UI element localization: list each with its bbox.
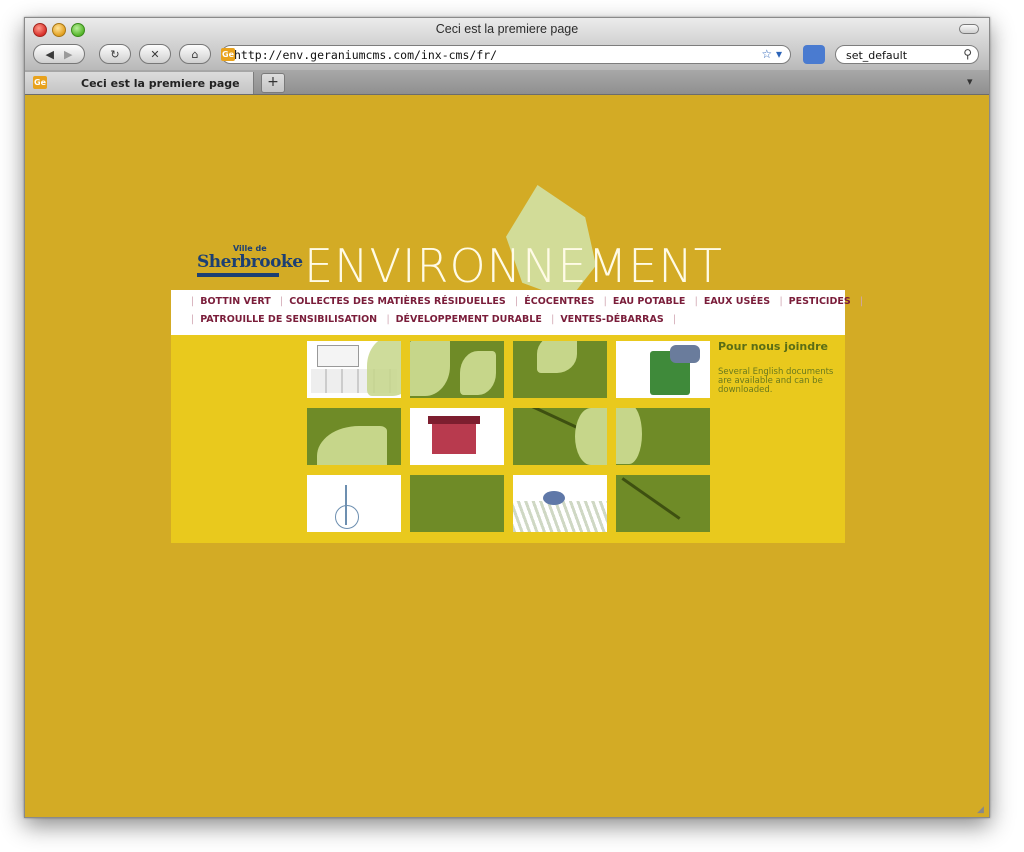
back-arrow-icon[interactable]: ◀ [46, 48, 54, 61]
tile-green[interactable] [307, 408, 401, 465]
nav-developpement-durable[interactable]: DÉVELOPPEMENT DURABLE [396, 314, 542, 325]
address-bar[interactable]: Ge http://env.geraniumcms.com/inx-cms/fr… [221, 45, 791, 64]
leaf-overlay [317, 426, 387, 465]
home-icon: ⌂ [191, 47, 199, 61]
tile-grass-image[interactable] [513, 475, 607, 532]
tile-garbage-bags-image[interactable] [307, 341, 401, 398]
content-panel: Pour nous joindre Several English docume… [171, 335, 845, 543]
nav-eau-potable[interactable]: EAU POTABLE [613, 296, 686, 307]
nav-patrouille[interactable]: PATROUILLE DE SENSIBILISATION [200, 314, 377, 325]
nav-row-1: | BOTTIN VERT | COLLECTES DES MATIÈRES RÉS… [191, 296, 864, 307]
stop-icon: ✕ [150, 47, 160, 61]
page-viewport: Ville de Sherbrooke ENVIRONNEMENT | BOTTI… [25, 95, 989, 817]
nav-bottin-vert[interactable]: BOTTIN VERT [200, 296, 271, 307]
leaf-overlay [575, 408, 607, 465]
sherbrooke-logo[interactable]: Ville de Sherbrooke [197, 244, 303, 277]
tab-favicon: Ge [33, 76, 47, 89]
logo-underline [197, 273, 279, 277]
logo-ville-text: Ville de [233, 244, 267, 253]
site-headline: ENVIRONNEMENT [304, 239, 723, 293]
new-tab-button[interactable]: + [261, 73, 285, 93]
leaf-overlay [367, 341, 401, 396]
tile-green[interactable] [410, 341, 504, 398]
reload-button[interactable]: ↻ [99, 44, 131, 64]
nav-eaux-usees[interactable]: EAUX USÉES [704, 296, 770, 307]
tile-green[interactable] [513, 408, 607, 465]
tile-compost-bin-image[interactable] [616, 341, 710, 398]
nav-ecocentres[interactable]: ÉCOCENTRES [524, 296, 594, 307]
environnement-site: Ville de Sherbrooke ENVIRONNEMENT | BOTTI… [171, 185, 863, 543]
search-field[interactable]: set_default ⚲ [835, 45, 979, 64]
tile-green[interactable] [513, 341, 607, 398]
main-navigation: | BOTTIN VERT | COLLECTES DES MATIÈRES RÉS… [171, 290, 863, 335]
tab-label: Ceci est la premiere page [81, 77, 240, 90]
tile-house-image[interactable] [410, 408, 504, 465]
window-title: Ceci est la premiere page [435, 22, 579, 36]
leaf-overlay [460, 351, 496, 395]
roof-drawing [428, 416, 480, 424]
url-text[interactable]: http://env.geraniumcms.com/inx-cms/fr/ [234, 48, 497, 62]
search-input-value[interactable]: set_default [846, 49, 907, 62]
nav-pesticides[interactable]: PESTICIDES [789, 296, 851, 307]
nav-collectes[interactable]: COLLECTES DES MATIÈRES RÉSIDUELLES [289, 296, 506, 307]
logo-text: Sherbrooke [197, 252, 303, 272]
tab-current[interactable]: Ge Ceci est la premiere page [25, 72, 254, 94]
home-button[interactable]: ⌂ [179, 44, 211, 64]
tile-green[interactable] [616, 475, 710, 532]
branch-line [621, 477, 681, 520]
flower-drawing [335, 505, 359, 529]
tab-list-icon[interactable]: ▾ [967, 75, 981, 89]
magnifier-icon[interactable]: ⚲ [963, 47, 972, 61]
bookmark-star-icon[interactable]: ☆ ▾ [761, 47, 782, 61]
title-bar: Ceci est la premiere page [25, 18, 989, 40]
tile-plant-image[interactable] [307, 475, 401, 532]
navigation-toolbar: ◀ ▶ ↻ ✕ ⌂ Ge http://env.geraniumcms.com/… [25, 40, 989, 70]
leaf-overlay [616, 408, 642, 464]
site-favicon: Ge [221, 48, 235, 61]
tile-green[interactable] [410, 475, 504, 532]
nav-ventes-debarras[interactable]: VENTES-DÉBARRAS [560, 314, 663, 325]
grass-drawing [513, 501, 607, 532]
browser-window: Ceci est la premiere page ◀ ▶ ↻ ✕ ⌂ Ge h… [24, 17, 990, 818]
tile-green[interactable] [616, 408, 710, 465]
search-engine-icon[interactable] [803, 45, 825, 64]
back-forward-control[interactable]: ◀ ▶ [33, 44, 85, 64]
contact-title[interactable]: Pour nous joindre [718, 340, 828, 353]
nav-row-2: | PATROUILLE DE SENSIBILISATION | DÉVELOPP… [191, 314, 677, 325]
leaf-overlay [410, 341, 450, 396]
resize-grip-icon[interactable]: ◢ [977, 805, 987, 815]
stop-button[interactable]: ✕ [139, 44, 171, 64]
toolbar-toggle-icon[interactable] [959, 24, 979, 34]
raccoon-drawing [670, 345, 700, 363]
reload-icon: ↻ [110, 47, 120, 61]
house-drawing [317, 345, 359, 367]
tab-bar: Ge Ceci est la premiere page + ▾ [25, 70, 989, 95]
red-house-drawing [432, 422, 476, 454]
leaf-overlay [537, 341, 577, 373]
forward-arrow-icon[interactable]: ▶ [64, 48, 72, 61]
bird-drawing [543, 491, 565, 505]
contact-text: Several English documents are available … [718, 367, 834, 395]
